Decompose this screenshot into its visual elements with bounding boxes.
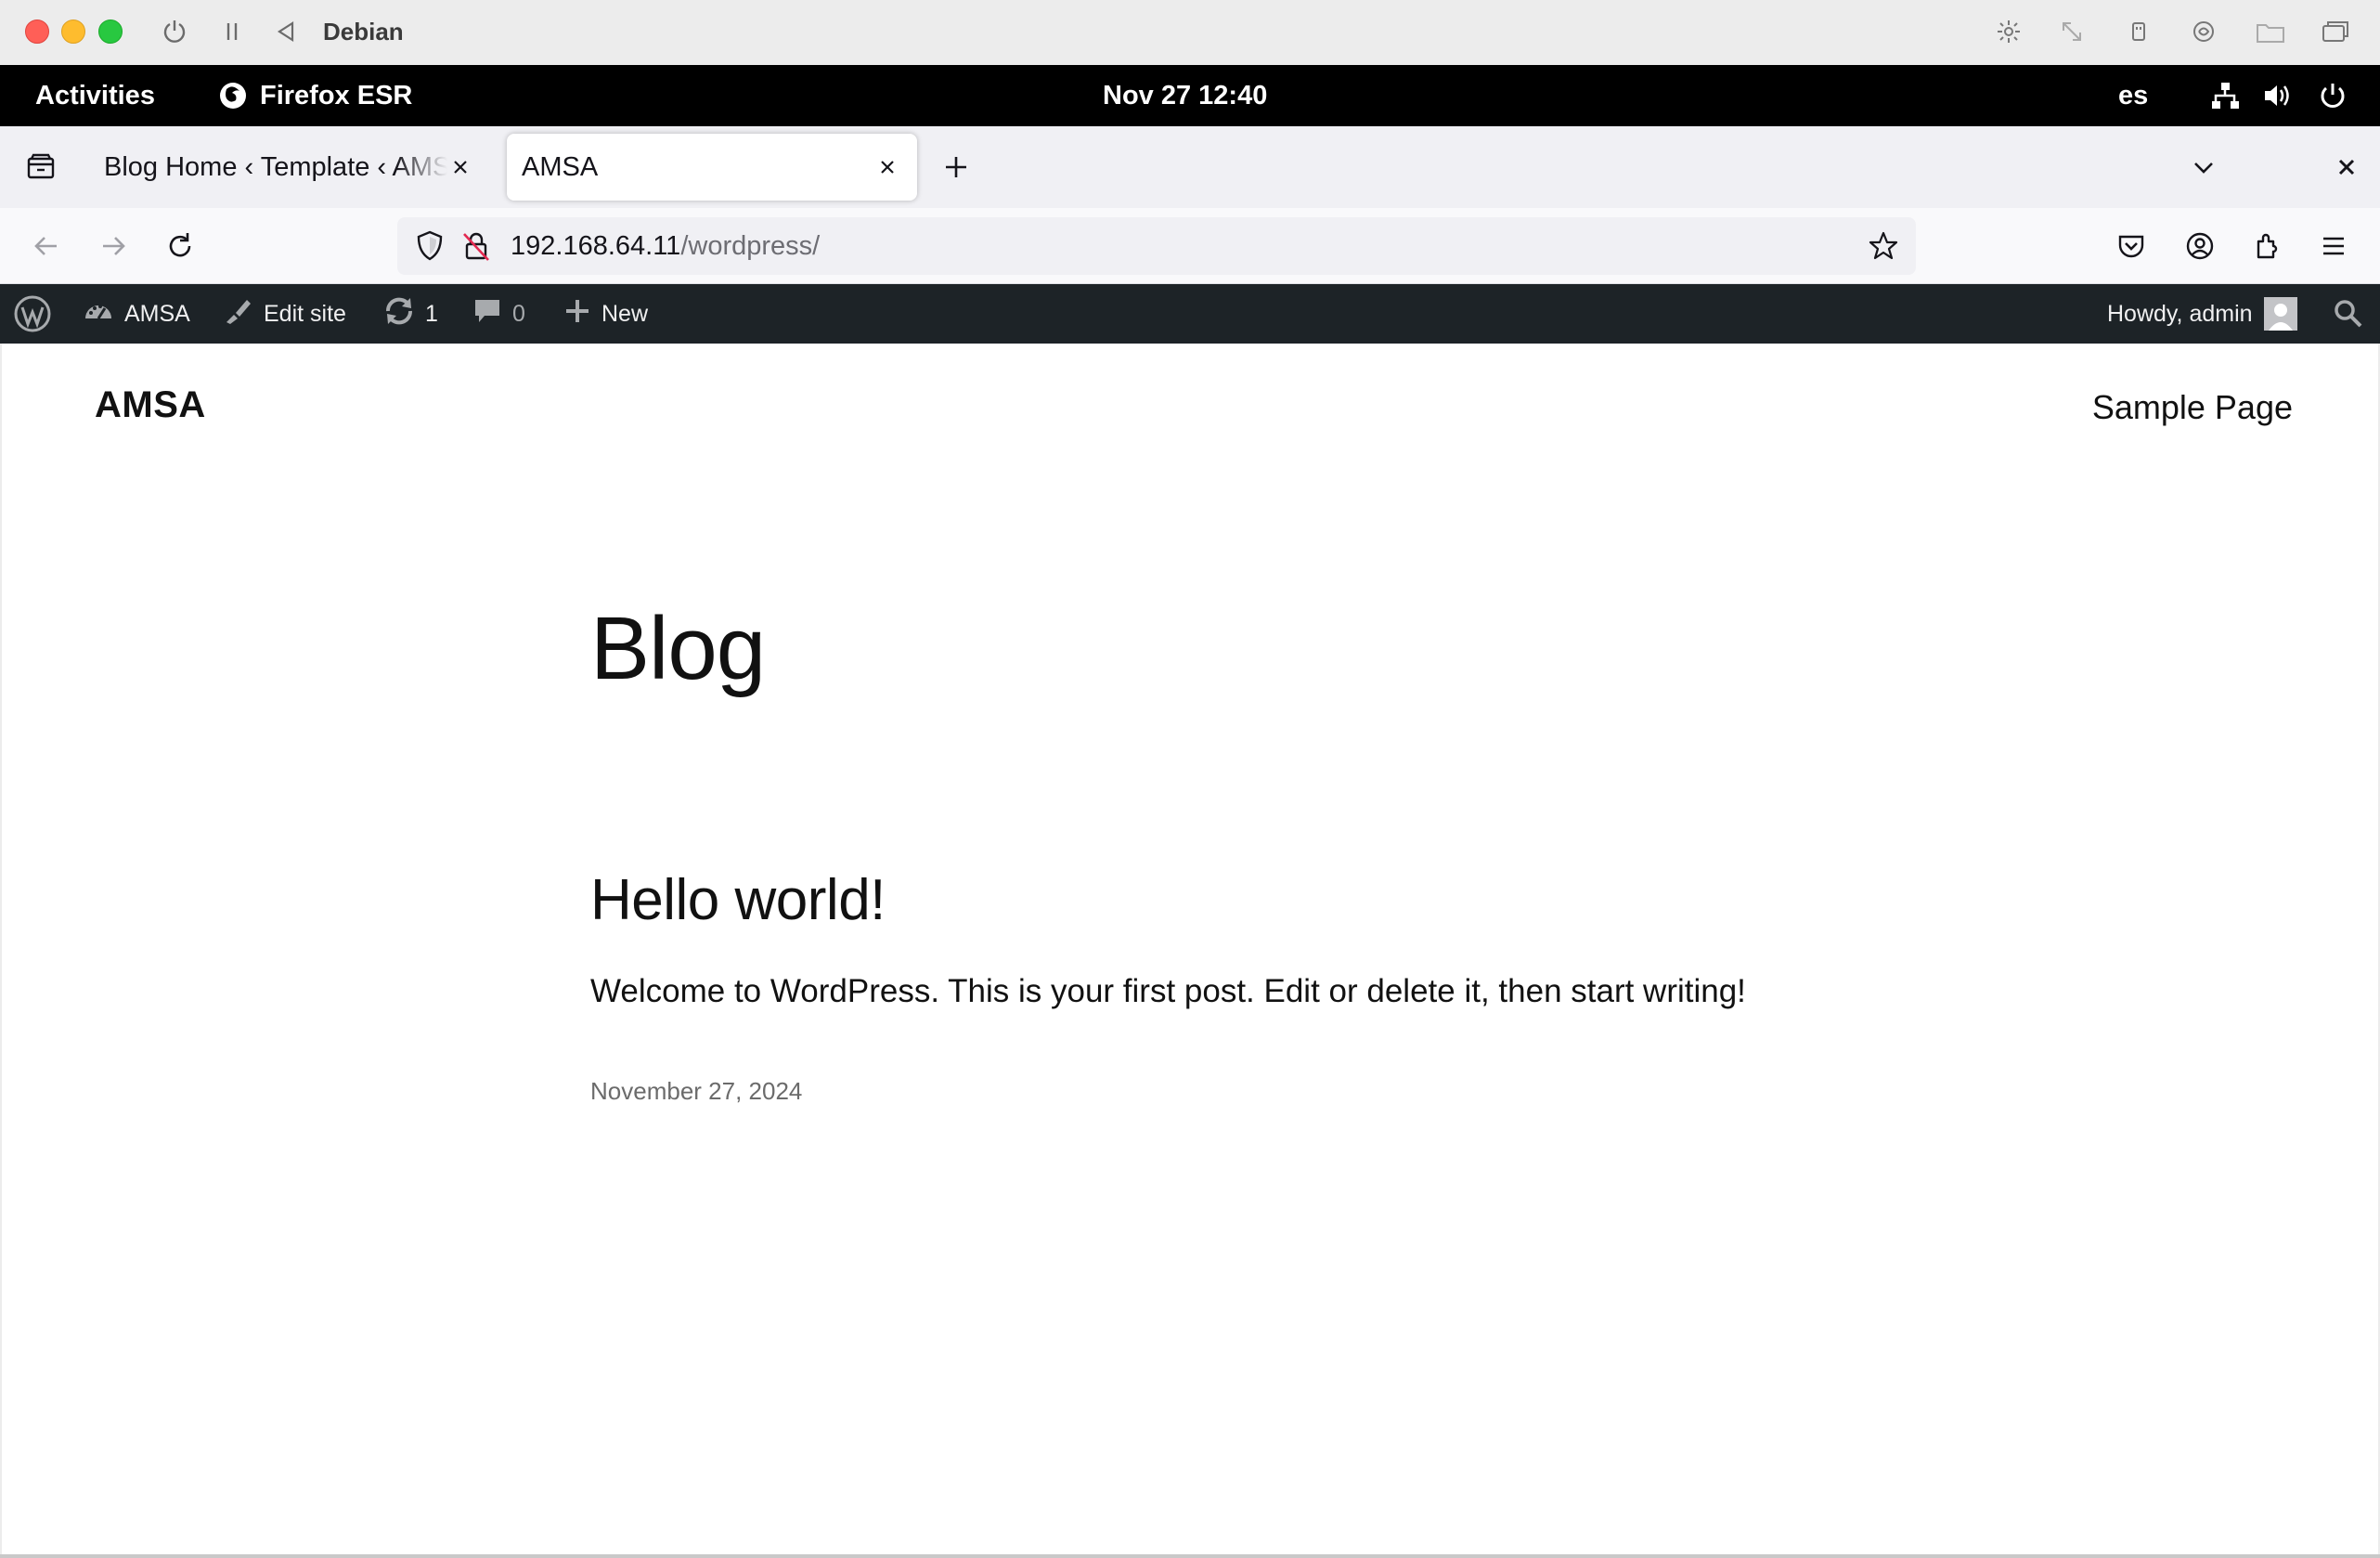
gnome-top-bar: Activities Firefox ESR Nov 27 12:40 es [0, 65, 2380, 126]
extensions-icon[interactable] [2244, 224, 2289, 268]
tab-label: AMSA [522, 151, 599, 182]
tab-amsa[interactable]: AMSA [507, 134, 917, 201]
keyboard-layout-indicator[interactable]: es [2118, 65, 2148, 126]
window-switch-icon[interactable] [2317, 15, 2354, 48]
navigation-toolbar: 192.168.64.11/wordpress/ [0, 208, 2380, 284]
brush-icon [221, 294, 254, 334]
network-icon[interactable] [2209, 65, 2241, 126]
page-title: Blog [590, 599, 766, 698]
post-title-link[interactable]: Hello world! [590, 867, 886, 933]
brightness-icon[interactable] [1990, 15, 2027, 48]
vm-window-title: Debian [323, 18, 404, 45]
new-content-button[interactable]: New [563, 284, 648, 344]
wordpress-logo-icon[interactable] [13, 284, 52, 344]
audio-capture-icon[interactable] [2185, 15, 2222, 48]
shared-folder-icon[interactable] [2252, 15, 2289, 48]
comment-bubble-icon [472, 295, 503, 333]
power-icon[interactable] [156, 15, 193, 48]
close-tab-icon[interactable] [874, 154, 900, 180]
updates-button[interactable]: 1 [382, 284, 438, 344]
forward-icon[interactable] [91, 224, 136, 268]
pocket-icon[interactable] [2109, 224, 2154, 268]
zoom-window-button[interactable] [98, 19, 123, 44]
hamburger-menu-icon[interactable] [2311, 224, 2356, 268]
window-bottom-edge [0, 1554, 2380, 1558]
my-account-menu[interactable]: Howdy, admin [2107, 284, 2297, 344]
pause-icon[interactable] [215, 15, 249, 48]
firefox-icon [217, 80, 249, 111]
back-icon[interactable] [24, 224, 69, 268]
account-icon[interactable] [2178, 224, 2222, 268]
comments-count: 0 [512, 300, 525, 327]
close-tab-icon[interactable] [447, 154, 473, 180]
tracking-protection-shield-icon[interactable] [412, 228, 447, 268]
activities-button[interactable]: Activities [35, 65, 155, 126]
resize-icon[interactable] [2053, 15, 2090, 48]
clock[interactable]: Nov 27 12:40 [1103, 65, 1267, 126]
wp-admin-bar: AMSA Edit site 1 0 New Howdy, admin [0, 284, 2380, 344]
reload-icon[interactable] [158, 224, 202, 268]
howdy-label: Howdy, admin [2107, 300, 2253, 327]
nav-link-sample-page[interactable]: Sample Page [2092, 388, 2293, 427]
minimize-window-button[interactable] [61, 19, 85, 44]
page-viewport: AMSA Sample Page Blog Hello world! Welco… [2, 344, 2378, 1554]
system-power-icon[interactable] [2317, 65, 2348, 126]
dashboard-icon [82, 294, 115, 334]
updates-count: 1 [425, 300, 438, 327]
post-date[interactable]: November 27, 2024 [590, 1077, 802, 1106]
avatar [2263, 297, 2297, 331]
new-label: New [601, 300, 649, 327]
insecure-lock-icon[interactable] [459, 228, 494, 268]
new-tab-icon[interactable] [934, 145, 978, 189]
url-bar[interactable]: 192.168.64.11/wordpress/ [397, 217, 1916, 275]
usb-icon[interactable] [2120, 15, 2157, 48]
url-text[interactable]: 192.168.64.11/wordpress/ [511, 217, 820, 275]
firefox-view-icon[interactable] [19, 145, 63, 189]
app-menu[interactable]: Firefox ESR [217, 65, 412, 126]
list-all-tabs-icon[interactable] [2181, 145, 2226, 189]
post-excerpt: Welcome to WordPress. This is your first… [590, 973, 1746, 1009]
tab-blog-home[interactable]: Blog Home ‹ Template ‹ AMSA [85, 134, 490, 201]
url-host: 192.168.64.11 [511, 231, 681, 261]
site-title-link[interactable]: AMSA [95, 384, 206, 426]
comments-button[interactable]: 0 [472, 284, 525, 344]
volume-icon[interactable] [2261, 65, 2293, 126]
back-arrow-icon[interactable] [269, 15, 303, 48]
close-window-icon[interactable] [2324, 145, 2369, 189]
updates-icon [382, 294, 416, 334]
close-window-button[interactable] [25, 19, 49, 44]
url-path: /wordpress/ [680, 231, 821, 261]
plus-icon [563, 296, 592, 332]
search-icon[interactable] [2332, 284, 2365, 344]
bookmark-star-icon[interactable] [1866, 228, 1901, 268]
tab-strip: Blog Home ‹ Template ‹ AMSA AMSA [0, 126, 2380, 208]
tab-label: Blog Home ‹ Template ‹ AMSA [104, 151, 447, 182]
edit-site-label: Edit site [264, 300, 346, 327]
site-name-label: AMSA [124, 300, 190, 327]
site-name-menu[interactable]: AMSA [82, 284, 190, 344]
vm-title-bar: Debian [0, 0, 2380, 65]
edit-site-button[interactable]: Edit site [221, 284, 346, 344]
app-name: Firefox ESR [260, 81, 413, 110]
